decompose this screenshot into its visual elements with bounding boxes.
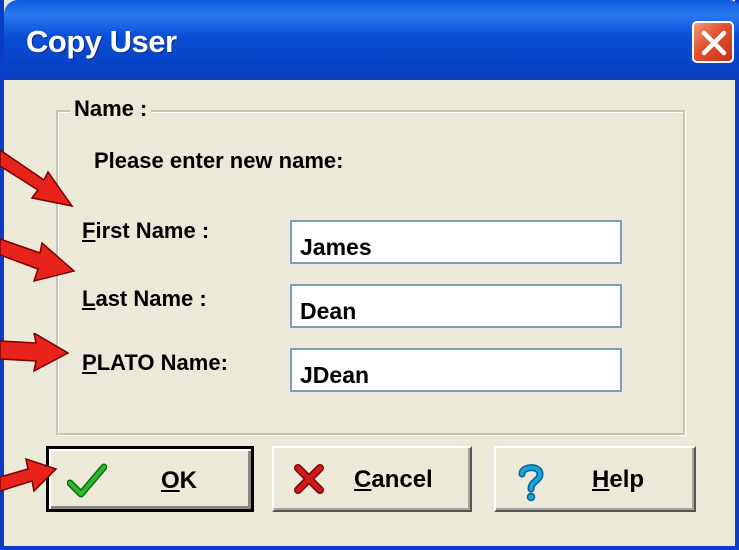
question-icon bbox=[518, 464, 544, 502]
last-name-label: Last Name : bbox=[82, 286, 207, 312]
last-name-input[interactable] bbox=[290, 284, 622, 328]
red-arrow-icon bbox=[0, 333, 70, 373]
checkmark-icon bbox=[67, 463, 107, 498]
cancel-label-text: ancel bbox=[371, 466, 433, 493]
ok-label: OK bbox=[161, 467, 197, 495]
close-button[interactable] bbox=[692, 21, 734, 63]
plato-name-accesskey: P bbox=[82, 350, 97, 375]
red-arrow-icon bbox=[0, 238, 76, 283]
red-arrow-icon bbox=[0, 457, 58, 493]
red-arrow-icon bbox=[0, 149, 74, 208]
last-name-accesskey: L bbox=[82, 286, 96, 311]
ok-button[interactable]: OK bbox=[46, 446, 254, 512]
cancel-label: Cancel bbox=[354, 466, 433, 494]
ok-accesskey: O bbox=[161, 467, 180, 494]
close-icon bbox=[701, 30, 727, 56]
ok-label-text: K bbox=[179, 467, 198, 494]
plato-name-label-text: LATO Name: bbox=[96, 350, 228, 375]
help-accesskey: H bbox=[592, 466, 610, 493]
copy-user-dialog: Copy User Name : Please enter new name: … bbox=[0, 0, 739, 550]
plato-name-input[interactable] bbox=[290, 348, 622, 392]
help-button[interactable]: Help bbox=[494, 446, 696, 512]
prompt-text: Please enter new name: bbox=[94, 148, 344, 173]
help-label: Help bbox=[592, 466, 644, 494]
first-name-accesskey: F bbox=[82, 218, 96, 243]
cancel-button[interactable]: Cancel bbox=[272, 446, 472, 512]
plato-name-label: PLATO Name: bbox=[82, 350, 228, 376]
groupbox-legend: Name : bbox=[70, 96, 152, 122]
first-name-label: First Name : bbox=[82, 218, 209, 244]
first-name-input[interactable] bbox=[290, 220, 622, 264]
last-name-label-text: ast Name : bbox=[95, 286, 207, 311]
x-icon bbox=[294, 464, 324, 494]
dialog-title: Copy User bbox=[26, 24, 177, 59]
first-name-label-text: irst Name : bbox=[95, 218, 210, 243]
cancel-accesskey: C bbox=[354, 466, 372, 493]
title-bar[interactable]: Copy User bbox=[4, 0, 739, 80]
help-label-text: elp bbox=[609, 466, 645, 493]
